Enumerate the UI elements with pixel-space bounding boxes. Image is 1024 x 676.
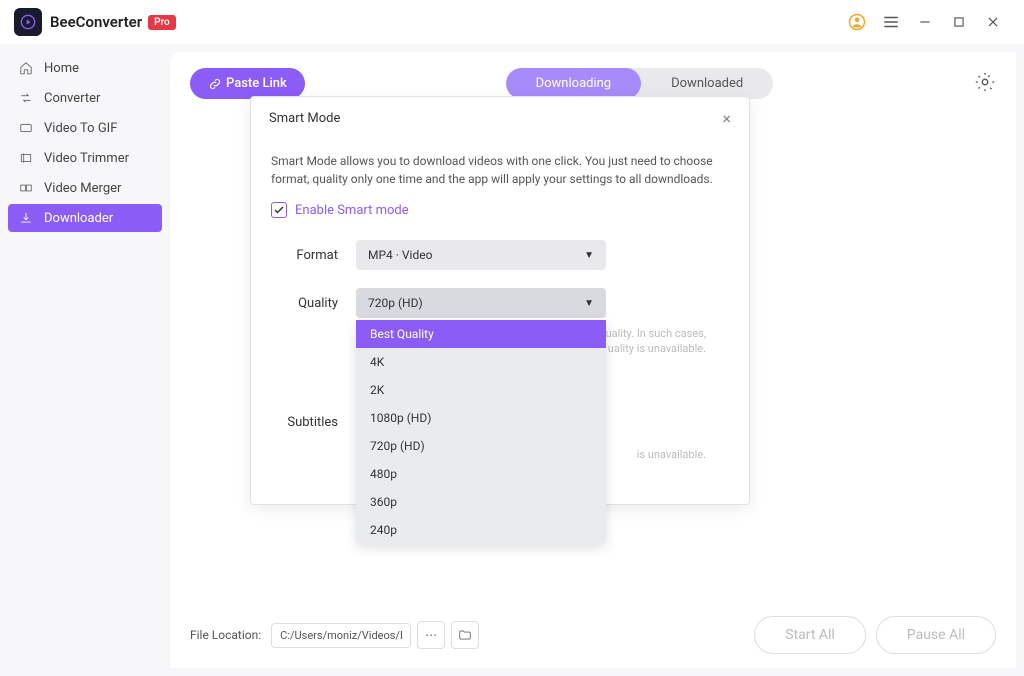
minimize-icon[interactable] (916, 13, 934, 31)
sidebar-item-video-to-gif[interactable]: Video To GIF (8, 114, 162, 142)
sidebar-item-converter[interactable]: Converter (8, 84, 162, 112)
subtitles-label: Subtitles (271, 407, 356, 430)
user-icon[interactable] (848, 13, 866, 31)
format-label: Format (271, 240, 356, 263)
sidebar-item-video-merger[interactable]: Video Merger (8, 174, 162, 202)
sidebar-item-downloader[interactable]: Downloader (8, 204, 162, 232)
folder-button[interactable] (451, 621, 479, 649)
tab-group: Downloading Downloaded (506, 68, 774, 99)
close-icon[interactable] (984, 13, 1002, 31)
tab-downloading[interactable]: Downloading (506, 68, 642, 99)
gif-icon (18, 120, 34, 136)
sidebar-label: Video Trimmer (44, 151, 129, 166)
more-button[interactable]: ⋯ (417, 621, 445, 649)
app-name: BeeConverter (50, 13, 142, 31)
download-icon (18, 210, 34, 226)
paste-link-label: Paste Link (226, 76, 287, 91)
quality-option-best[interactable]: Best Quality (356, 320, 606, 348)
enable-smart-mode-checkbox[interactable] (271, 202, 287, 218)
quality-option-240p[interactable]: 240p (356, 516, 606, 544)
modal-title: Smart Mode (269, 111, 340, 126)
caret-down-icon: ▼ (584, 250, 594, 261)
bottom-bar: File Location: ⋯ Start All Pause All (170, 601, 1016, 668)
caret-down-icon: ▼ (584, 298, 594, 309)
quality-value: 720p (HD) (368, 296, 423, 310)
sidebar-label: Converter (44, 91, 100, 106)
smart-mode-modal: Smart Mode × Smart Mode allows you to do… (250, 96, 750, 505)
maximize-icon[interactable] (950, 13, 968, 31)
quality-option-720p[interactable]: 720p (HD) (356, 432, 606, 460)
merger-icon (18, 180, 34, 196)
sidebar-item-home[interactable]: Home (8, 54, 162, 82)
content-area: Paste Link Downloading Downloaded Smart … (170, 52, 1016, 668)
sidebar: Home Converter Video To GIF Video Trimme… (0, 44, 170, 676)
sidebar-label: Downloader (44, 211, 113, 226)
pro-badge: Pro (148, 15, 176, 30)
sidebar-item-video-trimmer[interactable]: Video Trimmer (8, 144, 162, 172)
converter-icon (18, 90, 34, 106)
quality-dropdown: Best Quality 4K 2K 1080p (HD) 720p (HD) … (356, 320, 606, 544)
quality-select[interactable]: 720p (HD) ▼ (356, 288, 606, 318)
modal-description: Smart Mode allows you to download videos… (271, 152, 729, 188)
modal-close-button[interactable]: × (722, 109, 731, 128)
menu-icon[interactable] (882, 13, 900, 31)
file-location-input[interactable] (271, 623, 411, 648)
quality-label: Quality (271, 288, 356, 311)
quality-option-360p[interactable]: 360p (356, 488, 606, 516)
format-value: MP4 · Video (368, 248, 432, 262)
home-icon (18, 60, 34, 76)
sidebar-label: Video Merger (44, 181, 121, 196)
enable-smart-mode-label[interactable]: Enable Smart mode (295, 203, 409, 218)
format-select[interactable]: MP4 · Video ▼ (356, 240, 606, 270)
trimmer-icon (18, 150, 34, 166)
sidebar-label: Home (44, 61, 79, 76)
quality-option-480p[interactable]: 480p (356, 460, 606, 488)
quality-option-4k[interactable]: 4K (356, 348, 606, 376)
titlebar: BeeConverter Pro (0, 0, 1024, 44)
start-all-button[interactable]: Start All (754, 616, 866, 654)
tab-downloaded[interactable]: Downloaded (641, 68, 773, 99)
paste-link-button[interactable]: Paste Link (190, 68, 305, 99)
sidebar-label: Video To GIF (44, 121, 117, 136)
file-location-label: File Location: (190, 628, 261, 642)
pause-all-button[interactable]: Pause All (876, 616, 996, 654)
quality-option-2k[interactable]: 2K (356, 376, 606, 404)
app-logo (14, 8, 42, 36)
settings-button[interactable] (974, 71, 996, 97)
quality-option-1080p[interactable]: 1080p (HD) (356, 404, 606, 432)
